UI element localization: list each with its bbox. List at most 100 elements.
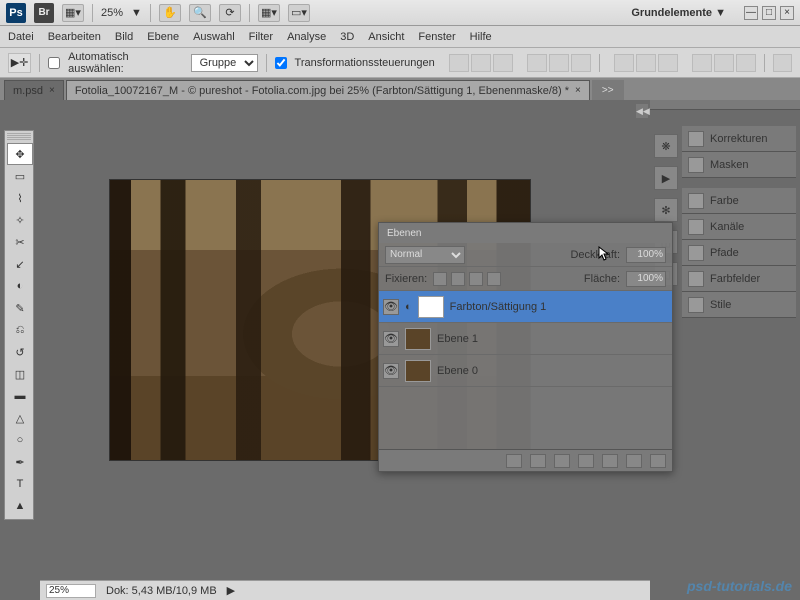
auto-select-checkbox[interactable]	[48, 57, 60, 69]
new-layer-icon[interactable]	[626, 454, 642, 468]
opacity-input[interactable]	[626, 247, 666, 263]
menu-ansicht[interactable]: Ansicht	[368, 31, 404, 43]
dock-grip[interactable]	[650, 100, 800, 110]
lock-position-icon[interactable]	[469, 272, 483, 286]
delete-layer-icon[interactable]	[650, 454, 666, 468]
pen-tool[interactable]: ✒	[7, 451, 33, 473]
marquee-tool[interactable]: ▭	[7, 165, 33, 187]
menu-ebene[interactable]: Ebene	[147, 31, 179, 43]
history-brush-tool[interactable]: ↺	[7, 341, 33, 363]
visibility-toggle-icon[interactable]: 👁	[383, 299, 399, 315]
link-layers-icon[interactable]	[506, 454, 522, 468]
layer-thumb[interactable]	[405, 360, 431, 382]
screen-mode-icon[interactable]: ▭▾	[288, 4, 310, 22]
arrange-docs-icon[interactable]: ▦▾	[258, 4, 280, 22]
blend-mode-select[interactable]: Normal	[385, 246, 465, 264]
layer-name[interactable]: Ebene 0	[437, 365, 668, 377]
close-button[interactable]: ×	[780, 6, 794, 20]
menu-3d[interactable]: 3D	[340, 31, 354, 43]
layer-style-icon[interactable]	[530, 454, 546, 468]
layer-mask-thumb[interactable]	[418, 296, 444, 318]
type-tool[interactable]: T	[7, 473, 33, 495]
minimize-button[interactable]: —	[744, 6, 758, 20]
lock-pixels-icon[interactable]	[451, 272, 465, 286]
panel-pfade[interactable]: Pfade	[682, 240, 796, 266]
tab-overflow-button[interactable]: >>	[592, 80, 624, 100]
dock-icon-brushes[interactable]: ✻	[654, 198, 678, 222]
clone-stamp-tool[interactable]: ⎌	[7, 319, 33, 341]
gradient-tool[interactable]: ▬	[7, 385, 33, 407]
blur-tool[interactable]: △	[7, 407, 33, 429]
distribute-right-icon[interactable]	[736, 54, 756, 72]
bridge-logo[interactable]: Br	[34, 3, 54, 23]
align-vcenter-icon[interactable]	[471, 54, 491, 72]
panel-collapse-icon[interactable]: ◀◀	[636, 104, 648, 118]
move-tool[interactable]: ✥	[7, 143, 33, 165]
lock-transparency-icon[interactable]	[433, 272, 447, 286]
layer-row[interactable]: 👁 ◐ Farbton/Sättigung 1	[379, 291, 672, 323]
new-group-icon[interactable]	[602, 454, 618, 468]
status-flyout-icon[interactable]: ▶	[227, 584, 235, 597]
tab-close-icon[interactable]: ×	[575, 85, 581, 96]
lock-all-icon[interactable]	[487, 272, 501, 286]
crop-tool[interactable]: ✂	[7, 231, 33, 253]
healing-brush-tool[interactable]: ◐	[7, 275, 33, 297]
menu-bearbeiten[interactable]: Bearbeiten	[48, 31, 101, 43]
distribute-bottom-icon[interactable]	[658, 54, 678, 72]
move-tool-preset-icon[interactable]: ▶✛	[8, 53, 31, 73]
dock-icon-history[interactable]: ❋	[654, 134, 678, 158]
auto-select-dropdown[interactable]: Gruppe	[191, 54, 258, 72]
workspace-selector[interactable]: Grundelemente	[631, 7, 712, 19]
transform-controls-checkbox[interactable]	[275, 57, 287, 69]
panel-kanaele[interactable]: Kanäle	[682, 214, 796, 240]
layer-name[interactable]: Ebene 1	[437, 333, 668, 345]
lasso-tool[interactable]: ⌇	[7, 187, 33, 209]
align-right-icon[interactable]	[571, 54, 591, 72]
toolbox-grip[interactable]	[7, 133, 31, 141]
layer-row[interactable]: 👁 Ebene 0	[379, 355, 672, 387]
panel-korrekturen[interactable]: Korrekturen	[682, 126, 796, 152]
zoom-level[interactable]: 25%	[101, 7, 123, 19]
rotate-view-icon[interactable]: ⟳	[219, 4, 241, 22]
panel-farbfelder[interactable]: Farbfelder	[682, 266, 796, 292]
path-select-tool[interactable]: ▲	[7, 495, 33, 517]
menu-bild[interactable]: Bild	[115, 31, 133, 43]
brush-tool[interactable]: ✎	[7, 297, 33, 319]
menu-hilfe[interactable]: Hilfe	[470, 31, 492, 43]
quick-select-tool[interactable]: ✧	[7, 209, 33, 231]
distribute-vcenter-icon[interactable]	[636, 54, 656, 72]
zoom-input[interactable]	[46, 584, 96, 598]
distribute-left-icon[interactable]	[692, 54, 712, 72]
zoom-tool-icon[interactable]: 🔍	[189, 4, 211, 22]
layer-row[interactable]: 👁 Ebene 1	[379, 323, 672, 355]
layers-panel-title[interactable]: Ebenen	[379, 223, 672, 243]
align-top-icon[interactable]	[449, 54, 469, 72]
distribute-hcenter-icon[interactable]	[714, 54, 734, 72]
menu-analyse[interactable]: Analyse	[287, 31, 326, 43]
layers-panel[interactable]: Ebenen Normal Deckkraft: Fixieren: Fläch…	[378, 222, 673, 472]
eraser-tool[interactable]: ◫	[7, 363, 33, 385]
menu-fenster[interactable]: Fenster	[418, 31, 455, 43]
panel-stile[interactable]: Stile	[682, 292, 796, 318]
document-tab-0[interactable]: m.psd×	[4, 80, 64, 100]
hand-tool-icon[interactable]: ✋	[159, 4, 181, 22]
layer-name[interactable]: Farbton/Sättigung 1	[450, 301, 668, 313]
fill-input[interactable]	[626, 271, 666, 287]
menu-filter[interactable]: Filter	[249, 31, 273, 43]
menu-auswahl[interactable]: Auswahl	[193, 31, 235, 43]
layer-thumb[interactable]	[405, 328, 431, 350]
tab-close-icon[interactable]: ×	[49, 85, 55, 96]
document-tab-1[interactable]: Fotolia_10072167_M - © pureshot - Fotoli…	[66, 80, 590, 100]
align-left-icon[interactable]	[527, 54, 547, 72]
panel-farbe[interactable]: Farbe	[682, 188, 796, 214]
visibility-toggle-icon[interactable]: 👁	[383, 363, 399, 379]
menu-datei[interactable]: Datei	[8, 31, 34, 43]
align-hcenter-icon[interactable]	[549, 54, 569, 72]
auto-align-icon[interactable]	[773, 54, 792, 72]
dock-icon-actions[interactable]: ▶	[654, 166, 678, 190]
panel-masken[interactable]: Masken	[682, 152, 796, 178]
visibility-toggle-icon[interactable]: 👁	[383, 331, 399, 347]
new-adjustment-icon[interactable]	[578, 454, 594, 468]
distribute-top-icon[interactable]	[614, 54, 634, 72]
layer-mask-icon[interactable]	[554, 454, 570, 468]
